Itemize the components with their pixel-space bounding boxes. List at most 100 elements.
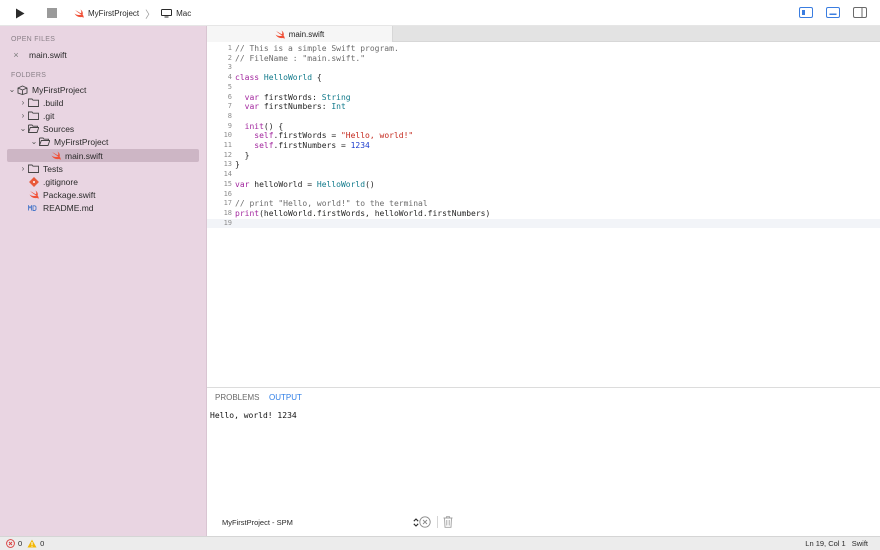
tree-item-myfirstproject[interactable]: ⌄ MyFirstProject: [7, 83, 199, 96]
trash-button[interactable]: [441, 515, 454, 528]
line-number: 12: [223, 150, 232, 159]
toggle-inspector-button[interactable]: [853, 7, 867, 18]
tree-item-gitignore[interactable]: .gitignore: [7, 175, 199, 188]
code-line[interactable]: 5: [207, 83, 880, 93]
code-text: self.firstWords = "Hello, world!": [235, 131, 413, 141]
code-line[interactable]: 14: [207, 170, 880, 180]
code-text: // This is a simple Swift program.: [235, 44, 399, 54]
chevron-right-icon[interactable]: ›: [18, 111, 28, 120]
code-token: self: [235, 131, 274, 141]
chevron-right-icon[interactable]: ›: [18, 164, 28, 173]
code-text: init() {: [235, 122, 284, 132]
code-token: Int: [331, 102, 346, 112]
code-token: 1234: [350, 141, 370, 150]
tree-item-git[interactable]: › .git: [7, 109, 199, 122]
line-number: 11: [223, 141, 232, 149]
code-token: // This is a simple Swift program.: [235, 44, 399, 53]
tree-item-build[interactable]: › .build: [7, 96, 199, 109]
output-channel-select[interactable]: MyFirstProject - SPM: [222, 516, 419, 528]
git-icon: [28, 176, 39, 187]
tree-item-sources[interactable]: ⌄ Sources: [7, 122, 199, 135]
chevron-down-icon[interactable]: ⌄: [18, 124, 28, 133]
line-number: 17: [223, 199, 232, 208]
chevron-down-icon[interactable]: ⌄: [7, 85, 17, 94]
chevron-right-icon[interactable]: ›: [18, 98, 28, 107]
code-line[interactable]: 18 print(helloWorld.firstWords, helloWorl…: [207, 209, 880, 219]
run-button[interactable]: [14, 6, 26, 20]
error-count: 0: [18, 539, 23, 548]
swift-icon: [275, 30, 285, 39]
code-token: helloWorld =: [254, 179, 317, 189]
scheme-selector[interactable]: MyFirstProject 〉 Mac: [74, 6, 192, 21]
code-token: {: [312, 73, 322, 83]
code-line[interactable]: 10 self.firstWords = "Hello, world!": [207, 131, 880, 141]
line-number: 16: [223, 189, 232, 198]
tree-item-label: MyFirstProject: [54, 136, 109, 147]
tab-output[interactable]: OUTPUT: [269, 393, 302, 402]
code-token: HelloWorld: [263, 73, 313, 83]
code-editor[interactable]: 1// This is a simple Swift program. 2// F…: [207, 42, 880, 387]
code-token: }: [235, 150, 250, 160]
code-line[interactable]: 9 init() {: [207, 122, 880, 132]
language-mode[interactable]: Swift: [852, 539, 868, 548]
markdown-icon: [28, 203, 39, 213]
folder-icon: [28, 111, 39, 121]
line-number: 2: [227, 53, 232, 62]
trash-icon: [443, 515, 452, 528]
code-text: var firstWords: String: [235, 93, 351, 103]
cursor-position[interactable]: Ln 19, Col 1: [805, 539, 845, 548]
line-number: 15: [223, 179, 232, 188]
code-text: // FileName : "main.swift.": [235, 54, 365, 64]
code-line[interactable]: 17// print "Hello, world!" to the termin…: [207, 199, 880, 209]
code-token: // print "Hello, world!" to the terminal: [235, 199, 428, 209]
status-bar: 0 0 Ln 19, Col 1 Swift: [0, 536, 880, 550]
code-line[interactable]: 13}: [207, 160, 880, 170]
stop-button[interactable]: [46, 6, 58, 20]
scheme-destination-label: Mac: [176, 8, 192, 18]
tree-item-label: Package.swift: [43, 189, 96, 200]
code-token: firstWords:: [263, 92, 322, 102]
close-icon[interactable]: ×: [11, 50, 21, 60]
code-token: var: [235, 92, 264, 102]
code-line[interactable]: 6 var firstWords: String: [207, 93, 880, 103]
line-number: 8: [227, 111, 232, 120]
tree-item-tests[interactable]: › Tests: [7, 162, 199, 175]
code-line[interactable]: 8: [207, 112, 880, 122]
code-line[interactable]: 16: [207, 190, 880, 200]
folder-icon: [28, 164, 39, 174]
clear-output-button[interactable]: [418, 515, 431, 528]
chevron-down-icon[interactable]: ⌄: [29, 137, 39, 146]
code-text: }: [235, 160, 240, 170]
code-token: firstNumbers:: [263, 102, 332, 112]
code-line[interactable]: 19: [207, 218, 880, 229]
toggle-panel-button[interactable]: [826, 7, 840, 18]
toggle-sidebar-button[interactable]: [799, 7, 813, 18]
code-line[interactable]: 15 var helloWorld = HelloWorld(): [207, 180, 880, 190]
code-token: var: [235, 179, 255, 189]
tab-label: main.swift: [288, 29, 325, 39]
code-line[interactable]: 3: [207, 63, 880, 73]
code-line[interactable]: 7 var firstNumbers: Int: [207, 102, 880, 112]
tree-item-package-swift[interactable]: Package.swift: [7, 188, 199, 201]
code-line[interactable]: 2// FileName : "main.swift.": [207, 54, 880, 64]
stop-icon: [47, 8, 57, 18]
tree-item-readme[interactable]: README.md: [7, 201, 199, 214]
warning-icon: [27, 539, 37, 548]
swift-icon: [28, 190, 39, 200]
code-line[interactable]: 12 }: [207, 151, 880, 161]
bottom-panel: PROBLEMS OUTPUT Hello, world! 1234 MyFir…: [207, 387, 880, 536]
circle-x-icon: [418, 515, 431, 528]
line-number: 4: [227, 73, 232, 82]
code-line[interactable]: 11 self.firstNumbers = 1234: [207, 141, 880, 151]
code-line[interactable]: 4 class HelloWorld {: [207, 73, 880, 83]
tree-item-myfirstproject-sources[interactable]: ⌄ MyFirstProject: [7, 135, 199, 148]
tab-problems[interactable]: PROBLEMS: [215, 393, 259, 402]
open-file-item[interactable]: × main.swift: [11, 48, 203, 61]
tab-main-swift[interactable]: main.swift: [207, 26, 393, 42]
code-line[interactable]: 1// This is a simple Swift program.: [207, 44, 880, 54]
sidebar-right-icon: [861, 8, 863, 17]
line-number: 19: [223, 218, 232, 227]
problems-summary[interactable]: 0 0: [6, 539, 44, 548]
tree-item-label: .git: [43, 110, 55, 121]
tree-item-main-swift[interactable]: main.swift: [7, 149, 199, 162]
